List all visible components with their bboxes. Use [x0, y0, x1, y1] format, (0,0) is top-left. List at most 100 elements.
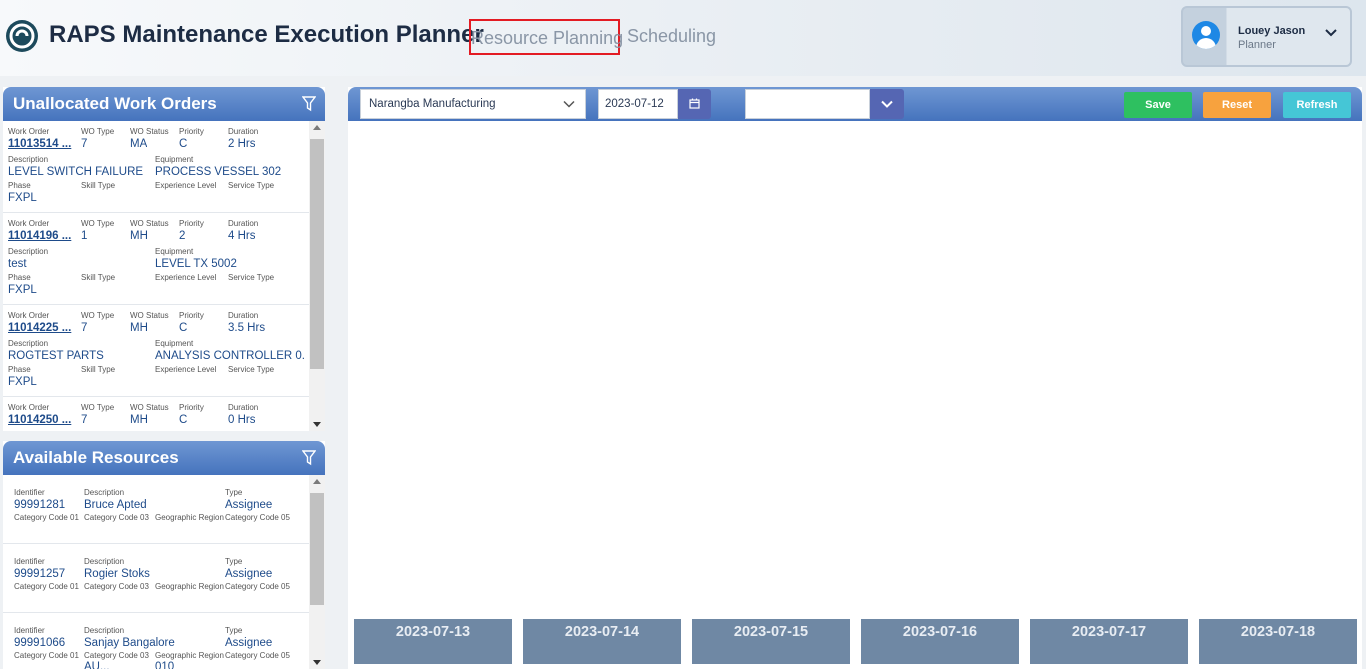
day-column-header[interactable]: 2023-07-16 [861, 619, 1019, 664]
priority: C [179, 138, 188, 150]
work-order-link[interactable]: 11013514 ... [8, 138, 80, 150]
work-order-card[interactable]: Work Order WO Type WO Status Priority Du… [3, 213, 309, 305]
secondary-select[interactable] [745, 89, 870, 119]
category-code-03-value: AU... [84, 661, 110, 669]
label: Identifier [14, 488, 45, 497]
description: ROGTEST PARTS [8, 350, 104, 362]
label: WO Type [81, 311, 115, 320]
scroll-thumb[interactable] [310, 493, 324, 605]
scroll-thumb[interactable] [310, 139, 324, 369]
wo-status: MH [130, 230, 148, 242]
label: Skill Type [81, 181, 116, 190]
label: Identifier [14, 557, 45, 566]
app-title: RAPS Maintenance Execution Planner [49, 21, 484, 48]
description: test [8, 258, 27, 270]
priority: C [179, 414, 188, 426]
resources-scrollbar[interactable] [309, 475, 325, 669]
wo-status: MH [130, 414, 148, 426]
resource-card[interactable]: Identifier Description Type 99991281 Bru… [3, 475, 309, 544]
label: Category Code 03 [84, 582, 149, 591]
work-order-link[interactable]: 11014225 ... [8, 322, 80, 334]
reset-button[interactable]: Reset [1203, 92, 1271, 118]
scroll-up-icon[interactable] [313, 125, 321, 130]
label: Equipment [155, 155, 194, 164]
scroll-down-icon[interactable] [313, 660, 321, 665]
label: Duration [228, 127, 259, 136]
resource-list[interactable]: Identifier Description Type 99991281 Bru… [3, 475, 325, 669]
label: Description [84, 488, 125, 497]
label: WO Status [130, 219, 169, 228]
unallocated-work-orders-panel: Unallocated Work Orders Work Order WO Ty… [3, 87, 325, 431]
day-column-header[interactable]: 2023-07-14 [523, 619, 681, 664]
label: Type [225, 488, 243, 497]
user-role: Planner [1238, 39, 1276, 51]
user-menu[interactable]: Louey Jason Planner [1181, 6, 1352, 67]
resource-card[interactable]: Identifier Description Type 99991066 San… [3, 613, 309, 669]
label: Category Code 01 [14, 513, 79, 522]
duration: 0 Hrs [228, 414, 256, 426]
panel-header: Available Resources [3, 441, 325, 475]
label: Work Order [8, 127, 50, 136]
resource-description: Sanjay Bangalore [84, 637, 175, 649]
site-select[interactable]: Narangba Manufacturing [360, 89, 586, 119]
label: Priority [179, 219, 204, 228]
work-order-card[interactable]: Work Order WO Type WO Status Priority Du… [3, 397, 309, 431]
resource-identifier: 99991066 [14, 637, 66, 649]
day-column-header[interactable]: 2023-07-18 [1199, 619, 1357, 664]
user-avatar-icon [1192, 21, 1220, 49]
phase: FXPL [8, 284, 37, 296]
secondary-select-toggle[interactable] [870, 89, 904, 119]
filter-icon[interactable] [302, 450, 316, 466]
label: Geographic Region [155, 582, 224, 591]
label: Description [84, 626, 125, 635]
label: Type [225, 557, 243, 566]
calendar-button[interactable] [678, 89, 711, 119]
save-button[interactable]: Save [1124, 92, 1192, 118]
label: Duration [228, 311, 259, 320]
label: WO Type [81, 403, 115, 412]
equipment: PROCESS VESSEL 302 [155, 166, 282, 178]
label: Priority [179, 311, 204, 320]
label: Work Order [8, 219, 50, 228]
work-order-link[interactable]: 11014250 ... [8, 414, 80, 426]
work-orders-scrollbar[interactable] [309, 121, 325, 431]
wo-type: 1 [81, 230, 88, 242]
wo-type: 7 [81, 322, 88, 334]
scroll-down-icon[interactable] [313, 422, 321, 427]
wo-type: 7 [81, 414, 88, 426]
day-column-header[interactable]: 2023-07-17 [1030, 619, 1188, 664]
work-order-card[interactable]: Work Order WO Type WO Status Priority Du… [3, 121, 309, 213]
work-order-link[interactable]: 11014196 ... [8, 230, 80, 242]
phase: FXPL [8, 376, 37, 388]
tab-resource-planning[interactable]: Resource Planning [469, 19, 623, 55]
chevron-down-icon[interactable] [1324, 26, 1338, 40]
resource-card[interactable]: Identifier Description Type 99991257 Rog… [3, 544, 309, 613]
phase: FXPL [8, 192, 37, 204]
label: Service Type [228, 365, 275, 374]
label: Duration [228, 219, 259, 228]
resource-description: Bruce Apted [84, 499, 147, 511]
panel-title: Available Resources [13, 448, 179, 467]
work-order-card[interactable]: Work Order WO Type WO Status Priority Du… [3, 305, 309, 397]
label: Description [8, 247, 49, 256]
label: Service Type [228, 181, 275, 190]
wo-type: 7 [81, 138, 88, 150]
label: Description [8, 155, 49, 164]
duration: 4 Hrs [228, 230, 256, 242]
tab-scheduling[interactable]: Scheduling [627, 19, 716, 55]
day-column-header[interactable]: 2023-07-13 [354, 619, 512, 664]
filter-icon[interactable] [302, 96, 316, 112]
user-name: Louey Jason [1238, 25, 1306, 37]
date-input[interactable]: 2023-07-12 [598, 89, 678, 119]
label: Description [84, 557, 125, 566]
scroll-up-icon[interactable] [313, 479, 321, 484]
label: Geographic Region [155, 651, 224, 660]
description: LEVEL SWITCH FAILURE [8, 166, 144, 178]
day-column-header[interactable]: 2023-07-15 [692, 619, 850, 664]
label: Category Code 01 [14, 651, 79, 660]
refresh-button[interactable]: Refresh [1283, 92, 1351, 118]
work-order-list[interactable]: Work Order WO Type WO Status Priority Du… [3, 121, 325, 431]
equipment: ANALYSIS CONTROLLER 0... [155, 350, 305, 362]
label: Category Code 05 [225, 651, 290, 660]
label: Category Code 05 [225, 582, 290, 591]
